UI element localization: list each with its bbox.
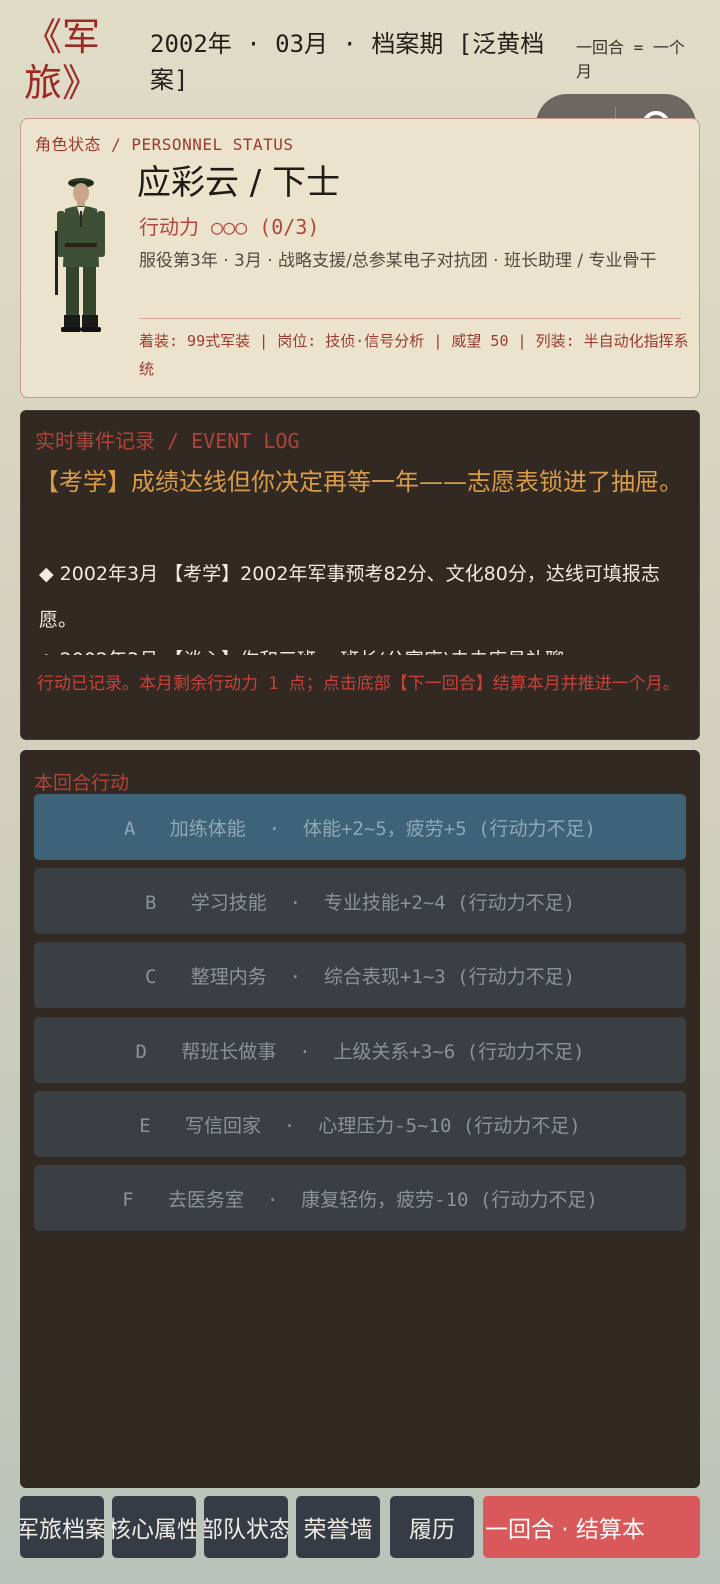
soldier-avatar [55,178,105,332]
action-option-d[interactable]: D 帮班长做事 · 上级关系+3~6 (行动力不足) [34,1017,686,1083]
event-log-panel[interactable]: 实时事件记录 / EVENT LOG 【考学】成绩达线但你决定再等一年——志愿表… [20,410,700,740]
game-logo: 《军旅》 [24,15,101,105]
nav-army-archive[interactable]: 军旅档案 [20,1496,104,1558]
action-option-e[interactable]: E 写信回家 · 心理压力-5~10 (行动力不足) [34,1091,686,1157]
card-divider [139,318,681,319]
personnel-card: 角色状态 / PERSONNEL STATUS 应彩云 / 下士 行动力 ○○○… [20,118,700,398]
action-notice: 行动已记录。本月剩余行动力 1 点；点击底部【下一回合】结算本月并推进一个月。 [37,671,687,697]
action-option-c[interactable]: C 整理内务 · 综合表现+1~3 (行动力不足) [34,942,686,1008]
action-option-a[interactable]: A 加练体能 · 体能+2~5，疲劳+5 (行动力不足) [34,794,686,860]
log-entry: ◆ 2002年3月 【考学】2002年军事预考82分、文化80分，达线可填报志愿… [39,563,660,631]
actions-title: 本回合行动 [34,772,130,794]
nav-resume[interactable]: 履历 [390,1496,474,1558]
event-log-title: 实时事件记录 / EVENT LOG [35,429,300,453]
service-info: 服役第3年 · 3月 · 战略支援/总参某电子对抗团 · 班长助理 / 专业骨干 [139,251,657,271]
nav-core-attributes[interactable]: 核心属性 [112,1496,196,1558]
player-name-rank: 应彩云 / 下士 [137,163,341,203]
nav-honor-wall[interactable]: 荣誉墙 [296,1496,380,1558]
action-option-b[interactable]: B 学习技能 · 专业技能+2~4 (行动力不足) [34,868,686,934]
date-period: 2002年 · 03月 · 档案期 [泛黄档案] [150,30,545,94]
action-points: 行动力 ○○○ (0/3) [139,215,320,239]
log-entry-partial: ◆ 2002年3月 【谈心】你和三班... 班长(公寓座)去去库员补聊 [39,637,689,655]
event-headline: 【考学】成绩达线但你决定再等一年——志愿表锁进了抽屉。 [35,468,683,496]
action-option-f[interactable]: F 去医务室 · 康复轻伤，疲劳-10 (行动力不足) [34,1165,686,1231]
turn-actions-panel: 本回合行动 A 加练体能 · 体能+2~5，疲劳+5 (行动力不足) B 学习技… [20,750,700,1488]
turn-hint: 一回合 = 一个月 [576,38,685,81]
personnel-section-title: 角色状态 / PERSONNEL STATUS [35,135,294,154]
nav-unit-status[interactable]: 部队状态 [204,1496,288,1558]
next-turn-button[interactable]: 一回合 · 结算本 [483,1496,700,1558]
equipment-info: 着装: 99式军装 | 岗位: 技侦·信号分析 | 威望 50 | 列装: 半自… [139,332,689,378]
